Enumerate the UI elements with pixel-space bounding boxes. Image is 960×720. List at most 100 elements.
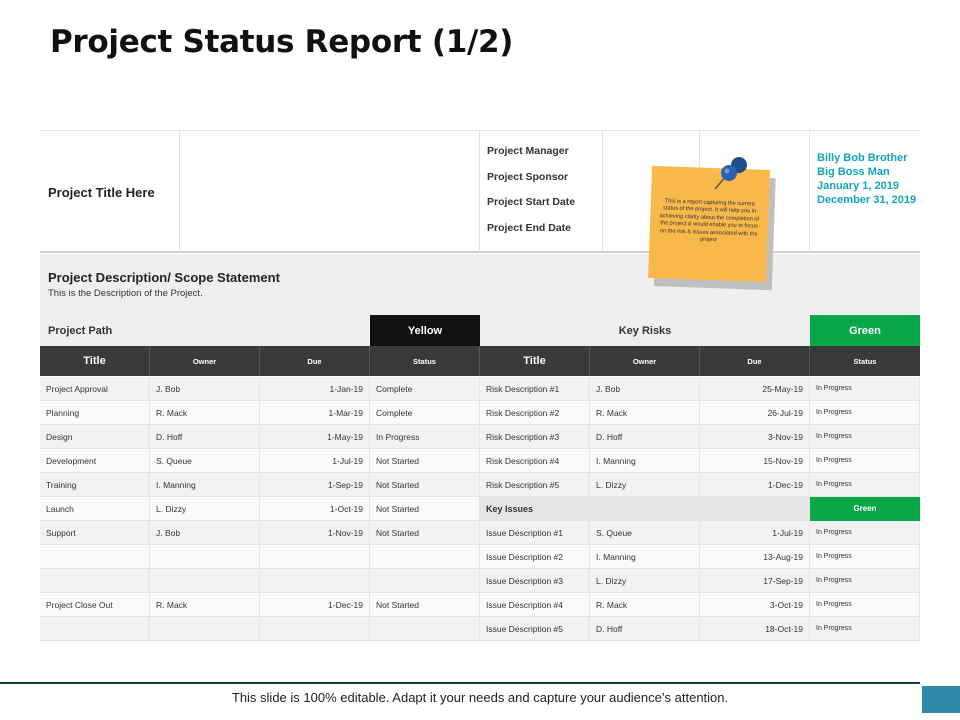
description-text: This is the Description of the Project. <box>48 288 203 299</box>
col-title-tasks: Title <box>40 346 150 376</box>
project-info-labels: Project Manager Project Sponsor Project … <box>487 145 575 247</box>
task-due <box>260 545 370 569</box>
project-blank-cell <box>180 131 480 252</box>
page-title: Project Status Report (1/2) <box>50 24 514 60</box>
risk-status: In Progress <box>810 425 920 449</box>
project-header-table: Project Title Here Project Manager Proje… <box>40 130 920 253</box>
issue-status: In Progress <box>810 521 920 545</box>
table-row: Launch L. Dizzy 1-Oct-19 Not Started Key Iss… <box>40 497 920 521</box>
issue-title: Issue Description #1 <box>480 521 590 545</box>
footer-divider <box>0 682 920 684</box>
task-status: Not Started <box>370 497 480 521</box>
issue-title: Issue Description #3 <box>480 569 590 593</box>
task-due: 1-Nov-19 <box>260 521 370 545</box>
table-row: Issue Description #3 L. Dizzy 17-Sep-19 In … <box>40 569 920 593</box>
task-status: Not Started <box>370 473 480 497</box>
corner-accent-square <box>922 686 960 713</box>
task-due: 1-Jan-19 <box>260 377 370 401</box>
task-status: Complete <box>370 401 480 425</box>
description-title: Project Description/ Scope Statement <box>48 270 280 285</box>
issue-title: Issue Description #2 <box>480 545 590 569</box>
task-status <box>370 617 480 641</box>
task-due: 1-Dec-19 <box>260 593 370 617</box>
task-due <box>260 617 370 641</box>
label-project-sponsor: Project Sponsor <box>487 170 569 183</box>
issue-title: Issue Description #5 <box>480 617 590 641</box>
push-pin-icon <box>714 157 747 190</box>
task-due: 1-Mar-19 <box>260 401 370 425</box>
label-project-end-date: Project End Date <box>487 221 572 234</box>
risk-title: Risk Description #5 <box>480 473 590 497</box>
risk-owner: R. Mack <box>590 401 700 425</box>
task-status <box>370 545 480 569</box>
task-owner: D. Hoff <box>150 425 260 449</box>
col-title-risks: Title <box>480 346 590 376</box>
table-row: Design D. Hoff 1-May-19 In Progress Risk Des… <box>40 425 920 449</box>
col-owner-tasks: Owner <box>150 346 260 376</box>
issue-title: Issue Description #4 <box>480 593 590 617</box>
risk-title: Risk Description #1 <box>480 377 590 401</box>
task-owner: J. Bob <box>150 521 260 545</box>
risk-due: 26-Jul-19 <box>700 401 810 425</box>
table-row: Issue Description #5 D. Hoff 18-Oct-19 In P… <box>40 617 920 641</box>
key-risks-status: Green <box>810 315 920 346</box>
issue-owner: R. Mack <box>590 593 700 617</box>
task-owner <box>150 569 260 593</box>
col-status-risks: Status <box>853 356 877 366</box>
project-title-cell: Project Title Here <box>40 131 180 252</box>
risk-owner: I. Manning <box>590 449 700 473</box>
project-path-label: Project Path <box>40 315 370 346</box>
task-owner: R. Mack <box>150 593 260 617</box>
task-owner <box>150 617 260 641</box>
task-title: Development <box>40 449 150 473</box>
risk-title: Risk Description #2 <box>480 401 590 425</box>
project-path-status: Yellow <box>370 315 480 346</box>
task-title: Launch <box>40 497 150 521</box>
task-status: Not Started <box>370 593 480 617</box>
col-due-tasks: Due <box>260 346 370 376</box>
task-due: 1-Oct-19 <box>260 497 370 521</box>
column-header-row: Title Owner Due Status Title Owner Due S… <box>40 346 920 376</box>
task-owner: I. Manning <box>150 473 260 497</box>
project-title: Project Title Here <box>48 185 155 200</box>
risk-title: Risk Description #4 <box>480 449 590 473</box>
risk-owner: J. Bob <box>590 377 700 401</box>
col-status-tasks: Status <box>370 346 480 376</box>
risk-status: In Progress <box>810 449 920 473</box>
risk-status: In Progress <box>810 473 920 497</box>
table-row: Issue Description #2 I. Manning 13-Aug-19 I… <box>40 545 920 569</box>
issue-owner: S. Queue <box>590 521 700 545</box>
issue-status: In Progress <box>810 593 920 617</box>
issue-due: 3-Oct-19 <box>700 593 810 617</box>
issue-due: 18-Oct-19 <box>700 617 810 641</box>
task-title <box>40 617 150 641</box>
task-due: 1-Jul-19 <box>260 449 370 473</box>
value-project-sponsor: Big Boss Man <box>817 166 890 178</box>
risk-due: 1-Dec-19 <box>700 473 810 497</box>
value-end-date: December 31, 2019 <box>817 194 917 206</box>
value-project-manager: Billy Bob Brother <box>817 152 908 164</box>
col-due-risks: Due <box>700 346 810 376</box>
task-owner: J. Bob <box>150 377 260 401</box>
table-row: Development S. Queue 1-Jul-19 Not Started Ri… <box>40 449 920 473</box>
task-title: Training <box>40 473 150 497</box>
task-due: 1-May-19 <box>260 425 370 449</box>
risk-owner: L. Dizzy <box>590 473 700 497</box>
task-status <box>370 569 480 593</box>
task-status: Complete <box>370 377 480 401</box>
table-row: Training I. Manning 1-Sep-19 Not Started Ris… <box>40 473 920 497</box>
table-row: Project Close Out R. Mack 1-Dec-19 Not Star… <box>40 593 920 617</box>
issue-due: 17-Sep-19 <box>700 569 810 593</box>
key-issues-label: Key Issues <box>480 497 810 521</box>
issue-owner: L. Dizzy <box>590 569 700 593</box>
risk-title: Risk Description #3 <box>480 425 590 449</box>
key-risks-label: Key Risks <box>480 315 810 346</box>
task-title: Design <box>40 425 150 449</box>
table-row: Project Approval J. Bob 1-Jan-19 Complete Ri… <box>40 377 920 401</box>
footer-note: This slide is 100% editable. Adapt it yo… <box>231 690 729 705</box>
label-project-manager: Project Manager <box>487 145 569 157</box>
task-status: In Progress <box>370 425 480 449</box>
risk-owner: D. Hoff <box>590 425 700 449</box>
task-due <box>260 569 370 593</box>
value-start-date: January 1, 2019 <box>817 180 899 192</box>
